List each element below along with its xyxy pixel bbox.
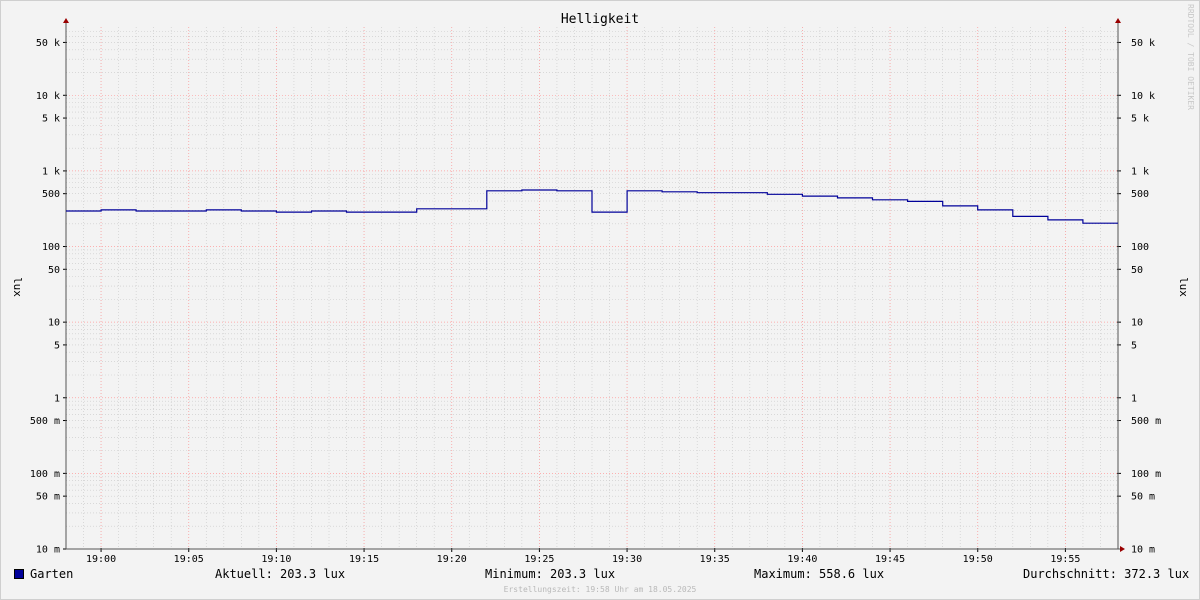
- x-tick-label: 19:25: [524, 554, 554, 565]
- y-tick-label-right: 5 k: [1131, 114, 1149, 125]
- y-tick-label-left: 50: [48, 265, 60, 276]
- legend-item-garten: Garten: [14, 567, 73, 583]
- y-tick-label-right: 5: [1131, 340, 1137, 351]
- y-tick-label-left: 1: [54, 393, 60, 404]
- y-tick-label-left: 100: [42, 242, 60, 253]
- x-axis-arrow: [1120, 546, 1125, 552]
- y-tick-label-right: 1: [1131, 393, 1137, 404]
- x-tick-label: 19:30: [612, 554, 642, 565]
- minor-grid: [65, 27, 1119, 549]
- y-tick-label-left: 10: [48, 318, 60, 329]
- axes: [63, 18, 1125, 552]
- legend-series-name: Garten: [30, 567, 74, 581]
- y-tick-label-right: 50 k: [1131, 38, 1155, 49]
- y-tick-label-right: 10 k: [1131, 91, 1155, 102]
- y-tick-label-right: 100: [1131, 242, 1149, 253]
- y-tick-label-right: 500: [1131, 189, 1149, 200]
- legend-swatch: [14, 569, 24, 579]
- x-tick-label: 19:50: [963, 554, 993, 565]
- x-tick-label: 19:40: [787, 554, 817, 565]
- y-tick-label-right: 50: [1131, 265, 1143, 276]
- y-tick-label-left: 5: [54, 340, 60, 351]
- x-tick-label: 19:05: [174, 554, 204, 565]
- series-line-garten: [66, 189, 1118, 224]
- legend-maximum: Maximum: 558.6 lux: [754, 567, 885, 581]
- rrdtool-watermark: RRDTOOL / TOBI OETIKER: [1186, 4, 1195, 110]
- y-tick-label-left: 50 k: [36, 38, 60, 49]
- y-tick-label-left: 5 k: [42, 114, 60, 125]
- legend-current: Aktuell: 203.3 lux: [215, 567, 346, 581]
- x-tick-label: 19:55: [1050, 554, 1080, 565]
- y-tick-label-right: 10 m: [1131, 545, 1155, 556]
- y-axis-arrow-left: [63, 18, 69, 23]
- y-tick-label-right: 1 k: [1131, 166, 1149, 177]
- x-tick-label: 19:15: [349, 554, 379, 565]
- chart-title: Helligkeit: [561, 12, 639, 27]
- y-axis-label-left: lux: [11, 277, 24, 297]
- y-tick-label-left: 50 m: [36, 492, 60, 503]
- y-tick-label-left: 1 k: [42, 166, 60, 177]
- x-tick-label: 19:45: [875, 554, 905, 565]
- y-tick-label-left: 10 k: [36, 91, 60, 102]
- creation-time-footer: Erstellungszeit: 19:58 Uhr am 18.05.2025: [504, 585, 697, 594]
- y-tick-label-left: 10 m: [36, 545, 60, 556]
- x-tick-label: 19:20: [437, 554, 467, 565]
- y-tick-label-right: 500 m: [1131, 416, 1161, 427]
- x-tick-label: 19:35: [700, 554, 730, 565]
- x-axis-ticks: 19:00 19:05 19:10 19:15 19:20 19:25 19:30 19:35…: [86, 548, 1080, 565]
- legend-average: Durchschnitt: 372.3 lux: [1023, 567, 1190, 581]
- series-layer: [66, 189, 1118, 224]
- y-axis-label-right: lux: [1177, 277, 1190, 297]
- y-tick-label-left: 500: [42, 189, 60, 200]
- legend-minimum: Minimum: 203.3 lux: [485, 567, 616, 581]
- chart: Helligkeit lux lux RRDTOOL / TOBI OETIKE…: [11, 4, 1195, 594]
- y-tick-label-left: 500 m: [30, 416, 60, 427]
- y-tick-label-right: 100 m: [1131, 469, 1161, 480]
- y-axis-ticks: 50 k 50 k 10 k 10 k 5 k 5 k 1 k 1 k 500 500 100 100…: [30, 38, 1161, 556]
- y-tick-label-right: 50 m: [1131, 492, 1155, 503]
- x-tick-label: 19:10: [261, 554, 291, 565]
- y-axis-arrow-right: [1115, 18, 1121, 23]
- y-tick-label-left: 100 m: [30, 469, 60, 480]
- x-tick-label: 19:00: [86, 554, 116, 565]
- y-tick-label-right: 10: [1131, 318, 1143, 329]
